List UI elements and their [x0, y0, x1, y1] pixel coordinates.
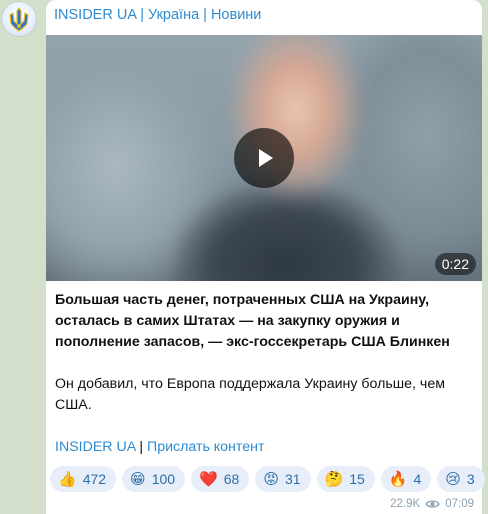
reaction-fire[interactable]: 🔥 4	[380, 466, 432, 492]
submit-content-link[interactable]: Прислать контент	[147, 439, 264, 455]
post-body: Он добавил, что Европа поддержала Украин…	[55, 376, 445, 413]
play-icon	[259, 149, 273, 167]
footer-separator: |	[135, 439, 147, 455]
post-text: Большая часть денег, потраченных США на …	[55, 290, 479, 416]
channel-avatar[interactable]	[2, 2, 36, 36]
view-count: 22.9K	[390, 498, 421, 510]
video-player[interactable]: 0:22	[46, 35, 482, 281]
angry-icon: 😡	[263, 469, 279, 488]
channel-name[interactable]: INSIDER UA | Україна | Новини	[54, 7, 261, 23]
reaction-angry[interactable]: 😡 31	[255, 466, 311, 492]
message-bubble: INSIDER UA | Україна | Новини 0:22 Больш…	[46, 0, 485, 514]
message-meta: 22.9K 07:09	[390, 498, 474, 510]
ukraine-trident-icon	[9, 7, 29, 32]
reaction-thinking[interactable]: 🤔 15	[316, 466, 375, 492]
eye-icon	[425, 500, 440, 508]
reaction-thumbs-up[interactable]: 👍 472	[50, 466, 117, 492]
reaction-crying[interactable]: 😢 3	[437, 466, 485, 492]
reaction-count: 472	[82, 471, 107, 487]
reaction-count: 15	[349, 471, 365, 487]
reaction-grin[interactable]: 😁 100	[122, 466, 186, 492]
reaction-heart[interactable]: ❤️ 68	[191, 466, 250, 492]
heart-icon: ❤️	[199, 469, 218, 488]
reaction-count: 68	[223, 471, 240, 487]
grin-icon: 😁	[130, 469, 146, 488]
crying-icon: 😢	[445, 469, 461, 488]
footer-links: INSIDER UA | Прислать контент	[55, 439, 264, 455]
thinking-icon: 🤔	[324, 469, 344, 488]
reaction-count: 4	[413, 471, 422, 487]
channel-link[interactable]: INSIDER UA	[55, 439, 135, 455]
fire-icon: 🔥	[388, 469, 408, 488]
reactions-bar: 👍 472 😁 100 ❤️ 68 😡 31 🤔 15 🔥 4 😢 3	[50, 466, 485, 492]
post-headline: Большая часть денег, потраченных США на …	[55, 292, 450, 350]
message-time: 07:09	[445, 498, 474, 510]
reaction-count: 100	[151, 471, 176, 487]
thumbs-up-icon: 👍	[58, 469, 77, 488]
reaction-count: 31	[284, 471, 301, 487]
play-button[interactable]	[234, 128, 294, 188]
video-duration: 0:22	[434, 253, 476, 275]
reaction-count: 3	[466, 471, 475, 487]
